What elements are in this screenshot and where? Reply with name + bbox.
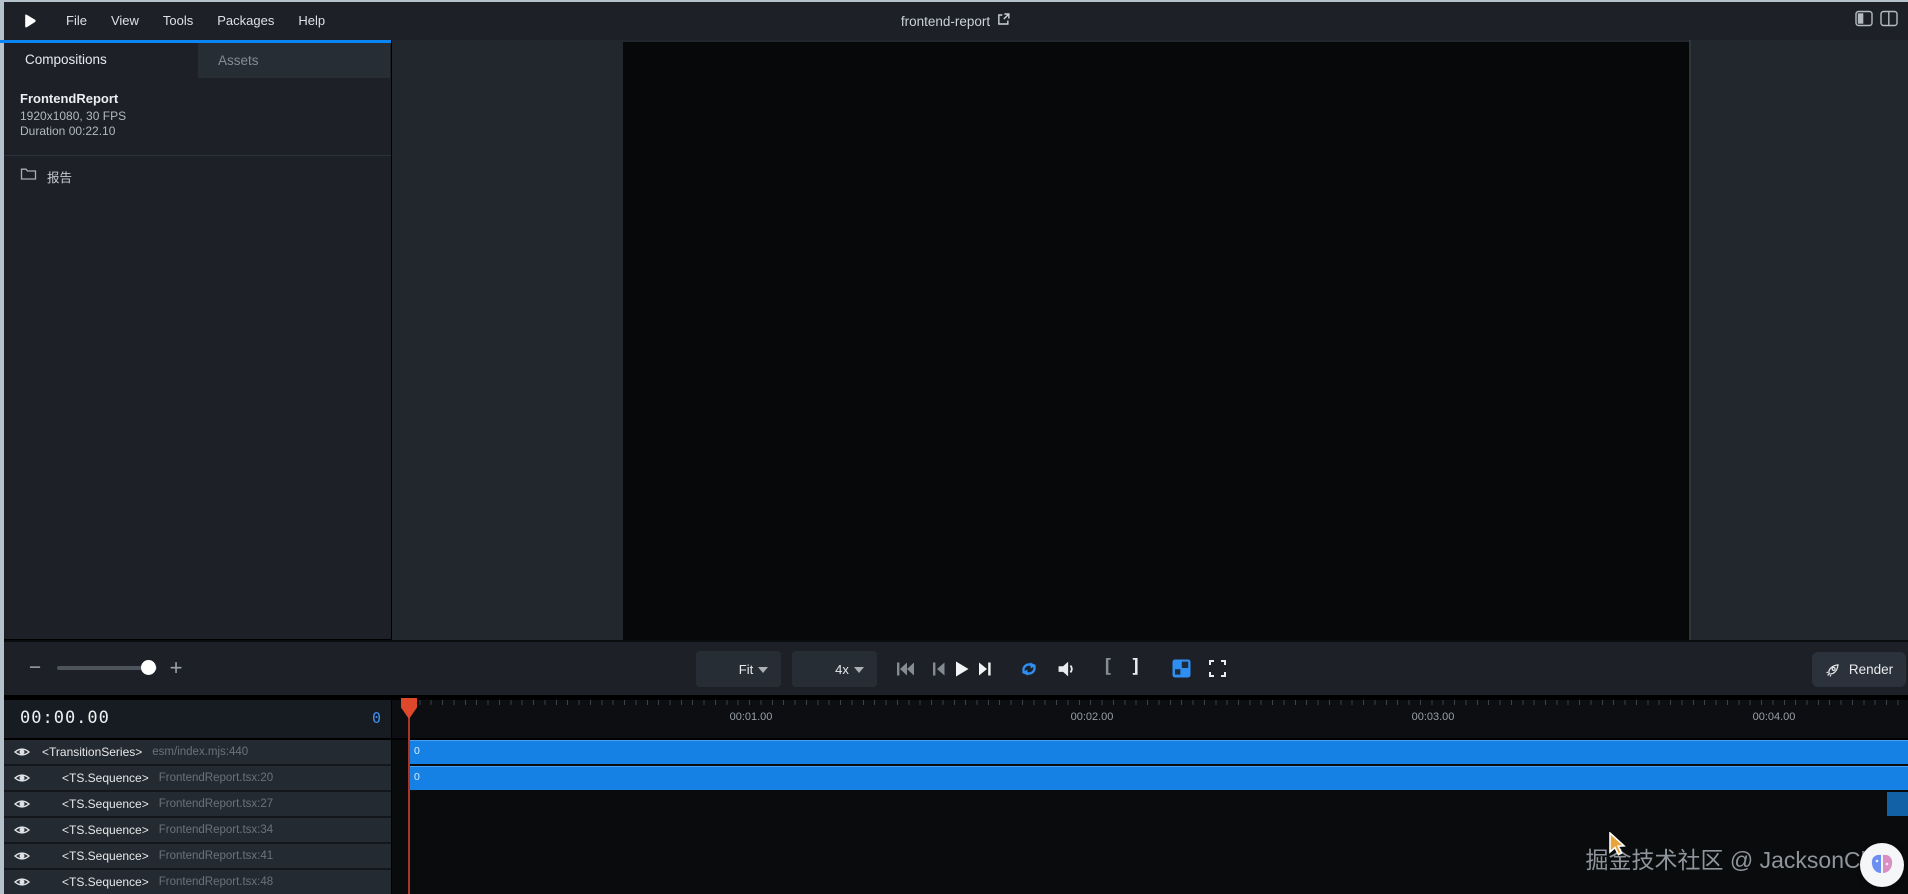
panel-toggles [1855, 2, 1898, 40]
composition-duration: Duration 00:22.10 [20, 124, 115, 138]
track-source[interactable]: FrontendReport.tsx:41 [159, 850, 273, 862]
tab-compositions[interactable]: Compositions [25, 52, 107, 67]
chevron-down-icon [854, 667, 864, 673]
composition-name[interactable]: FrontendReport [20, 91, 118, 106]
track-source[interactable]: FrontendReport.tsx:27 [159, 798, 273, 810]
current-time: 00:00.00 [20, 708, 110, 728]
track-row-sequence-48[interactable]: <TS.Sequence> FrontendReport.tsx:48 [4, 870, 391, 894]
track-source[interactable]: FrontendReport.tsx:20 [159, 772, 273, 784]
timeline-zoom-slider-knob[interactable] [141, 660, 156, 675]
folder-item[interactable]: 报告 [4, 163, 391, 189]
timeline-zoom-in-button[interactable]: + [164, 655, 188, 681]
sidebar-divider [4, 155, 391, 156]
window-title[interactable]: frontend-report [901, 2, 1011, 40]
track-name: <TS.Sequence> [62, 771, 149, 785]
extension-badge[interactable] [1860, 843, 1904, 887]
tab-assets[interactable]: Assets [198, 43, 390, 78]
toggle-right-panel-icon[interactable] [1880, 10, 1898, 32]
folder-label: 报告 [47, 167, 72, 186]
brain-icon [1868, 852, 1896, 878]
transparency-background-toggle[interactable] [1172, 659, 1191, 678]
track-row-sequence-34[interactable]: <TS.Sequence> FrontendReport.tsx:34 [4, 818, 391, 842]
render-button[interactable]: Render [1812, 652, 1906, 687]
size-select-value: Fit [739, 662, 753, 677]
menu-packages[interactable]: Packages [205, 2, 286, 40]
sequence-bar-label: 0 [414, 745, 420, 757]
timeline-time-display: 00:00.00 0 [4, 700, 391, 738]
sequence-bar-transitionseries[interactable]: 0 [408, 740, 1908, 764]
playhead-line[interactable] [408, 700, 410, 894]
track-source[interactable]: FrontendReport.tsx:48 [159, 876, 273, 888]
play-button[interactable] [954, 660, 970, 678]
set-in-point-button[interactable]: [ [1102, 655, 1113, 677]
track-name: <TS.Sequence> [62, 823, 149, 837]
chevron-down-icon [758, 667, 768, 673]
composition-meta: 1920x1080, 30 FPS [20, 109, 126, 123]
eye-icon[interactable] [10, 821, 34, 839]
size-select[interactable]: Fit [696, 651, 781, 687]
sequence-bar-label: 0 [414, 771, 420, 783]
video-canvas[interactable] [623, 42, 1689, 640]
timeline-ruler[interactable]: 00:01.00 00:02.00 00:03.00 00:04.00 [392, 700, 1908, 738]
menu-file[interactable]: File [54, 2, 99, 40]
eye-icon[interactable] [10, 769, 34, 787]
ruler-label-4s: 00:04.00 [1753, 711, 1796, 723]
track-row-sequence-20[interactable]: <TS.Sequence> FrontendReport.tsx:20 [4, 766, 391, 790]
ruler-label-1s: 00:01.00 [730, 711, 773, 723]
menu-bar: File View Tools Packages Help frontend-r… [4, 2, 1908, 40]
track-name: <TS.Sequence> [62, 797, 149, 811]
eye-icon[interactable] [10, 743, 34, 761]
set-out-point-button[interactable]: ] [1130, 655, 1141, 677]
menu-view[interactable]: View [99, 2, 151, 40]
preview-divider [1689, 40, 1691, 640]
ruler-ticks [408, 700, 1908, 705]
menu-help[interactable]: Help [286, 2, 337, 40]
remotion-logo-icon[interactable] [20, 11, 40, 31]
folder-icon [20, 167, 37, 186]
window-title-text: frontend-report [901, 14, 990, 29]
playback-rate-value: 4x [835, 662, 849, 677]
volume-button[interactable] [1056, 660, 1078, 678]
control-bar: − + Fit 4x [4, 640, 1908, 695]
track-row-sequence-41[interactable]: <TS.Sequence> FrontendReport.tsx:41 [4, 844, 391, 868]
sequence-bar-ts27-fragment[interactable] [1887, 792, 1908, 816]
loop-toggle-button[interactable] [1017, 660, 1041, 678]
fullscreen-button[interactable] [1208, 659, 1227, 678]
timeline-track-list: <TransitionSeries> esm/index.mjs:440 <TS… [4, 740, 391, 894]
timeline-zoom-out-button[interactable]: − [24, 656, 46, 680]
render-button-label: Render [1849, 662, 1893, 677]
watermark: 掘金技术社区 @ JacksonChen [1586, 841, 1900, 875]
rocket-icon [1825, 662, 1841, 678]
current-frame: 0 [372, 709, 381, 727]
preview-panel [392, 40, 1908, 640]
eye-icon[interactable] [10, 873, 34, 891]
menu-tools[interactable]: Tools [151, 2, 205, 40]
menu-items: File View Tools Packages Help [54, 2, 337, 40]
external-link-icon [997, 12, 1011, 31]
track-row-sequence-27[interactable]: <TS.Sequence> FrontendReport.tsx:27 [4, 792, 391, 816]
previous-frame-button[interactable] [932, 661, 946, 677]
eye-icon[interactable] [10, 847, 34, 865]
left-sidebar: Compositions Assets FrontendReport 1920x… [4, 43, 391, 639]
ruler-label-3s: 00:03.00 [1412, 711, 1455, 723]
track-name: <TS.Sequence> [62, 875, 149, 889]
sequence-bar-ts20[interactable]: 0 [408, 766, 1908, 790]
tab-assets-label: Assets [218, 53, 259, 68]
next-frame-button[interactable] [978, 661, 992, 677]
track-name: <TransitionSeries> [42, 745, 142, 759]
track-row-transitionseries[interactable]: <TransitionSeries> esm/index.mjs:440 [4, 740, 391, 764]
track-name: <TS.Sequence> [62, 849, 149, 863]
remotion-studio-window: File View Tools Packages Help frontend-r… [0, 0, 1908, 894]
toggle-left-panel-icon[interactable] [1855, 10, 1873, 32]
mouse-cursor [1608, 832, 1630, 864]
track-source[interactable]: FrontendReport.tsx:34 [159, 824, 273, 836]
eye-icon[interactable] [10, 795, 34, 813]
playback-rate-select[interactable]: 4x [792, 651, 877, 687]
skip-to-start-button[interactable] [896, 661, 915, 677]
ruler-label-2s: 00:02.00 [1071, 711, 1114, 723]
track-source[interactable]: esm/index.mjs:440 [152, 746, 248, 758]
